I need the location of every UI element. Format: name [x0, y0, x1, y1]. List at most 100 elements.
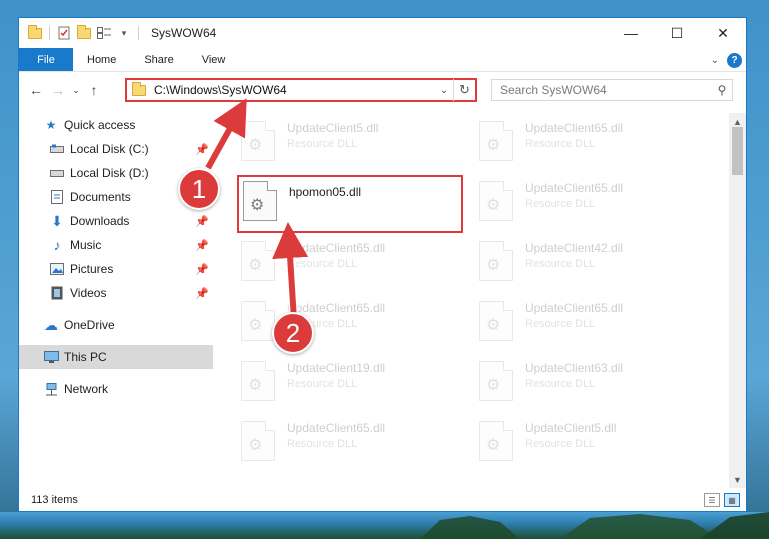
sidebar-item-network[interactable]: Network [19, 377, 213, 401]
arrow-left-icon[interactable]: ← [25, 79, 47, 101]
close-button[interactable]: ✕ [700, 18, 746, 48]
dll-file-icon: ⚙ [243, 181, 277, 221]
navigation-pane: ★ Quick access Local Disk (C:) 📌 Local D… [19, 113, 213, 488]
ribbon-tabs: File Home Share View ⌄ ? [19, 48, 746, 72]
sidebar-item-label: Local Disk (C:) [70, 142, 149, 156]
sidebar-item-downloads[interactable]: ⬇ Downloads 📌 [19, 209, 213, 233]
file-name: UpdateClient63.dll [525, 361, 624, 375]
file-item[interactable]: ⚙ UpdateClient65.dll Resource DLL [479, 297, 699, 353]
layout-icon[interactable] [96, 25, 112, 41]
pin-icon[interactable]: 📌 [195, 215, 209, 228]
star-icon: ★ [45, 118, 57, 132]
file-name: UpdateClient65.dll [525, 121, 624, 135]
file-item[interactable]: ⚙ UpdateClient5.dll Resource DLL [241, 117, 461, 173]
sidebar-item-local-disk-c[interactable]: Local Disk (C:) 📌 [19, 137, 213, 161]
sidebar-item-label: Network [64, 382, 109, 396]
search-box[interactable]: Search SysWOW64 ⚲ [491, 79, 733, 101]
file-name: UpdateClient19.dll [287, 361, 386, 375]
file-type: Resource DLL [287, 138, 358, 150]
arrow-right-icon[interactable]: → [47, 79, 69, 101]
dll-file-icon: ⚙ [479, 181, 513, 221]
dll-file-icon: ⚙ [479, 361, 513, 401]
file-name: UpdateClient42.dll [525, 241, 624, 255]
file-item[interactable]: ⚙ UpdateClient42.dll Resource DLL [479, 237, 699, 293]
sidebar-item-label: Documents [70, 190, 131, 204]
chevron-down-icon[interactable]: ⌄ [69, 79, 83, 101]
sidebar-item-this-pc[interactable]: This PC [19, 345, 213, 369]
scroll-thumb[interactable] [732, 127, 743, 175]
pin-icon[interactable]: 📌 [195, 263, 209, 276]
dll-file-icon: ⚙ [241, 121, 275, 161]
minimize-button[interactable]: — [608, 18, 654, 48]
chevron-down-icon[interactable]: ⌄ [435, 85, 453, 96]
search-icon[interactable]: ⚲ [712, 83, 732, 97]
file-item-hpomon05[interactable]: ⚙ hpomon05.dll [237, 175, 463, 233]
file-item[interactable]: ⚙ UpdateClient19.dll Resource DLL [241, 357, 461, 413]
file-item[interactable]: ⚙ UpdateClient65.dll Resource DLL [241, 237, 461, 293]
sidebar-item-label: This PC [64, 350, 107, 364]
sidebar-item-label: Music [70, 238, 102, 252]
sidebar-item-quick-access[interactable]: ★ Quick access [19, 113, 213, 137]
file-type: Resource DLL [525, 138, 596, 150]
title-bar: ▾ SysWOW64 — ☐ ✕ [19, 18, 746, 48]
refresh-icon[interactable]: ↻ [453, 79, 475, 101]
tab-file[interactable]: File [19, 48, 73, 71]
tab-view[interactable]: View [188, 48, 240, 71]
new-folder-icon[interactable] [76, 24, 92, 41]
file-item[interactable]: ⚙ UpdateClient65.dll Resource DLL [479, 177, 699, 233]
pictures-icon [49, 261, 65, 277]
sidebar-item-videos[interactable]: Videos 📌 [19, 281, 213, 305]
dll-file-icon: ⚙ [241, 301, 275, 341]
file-type: Resource DLL [525, 258, 596, 270]
window-title: SysWOW64 [151, 26, 217, 40]
file-name: UpdateClient65.dll [525, 181, 624, 195]
sidebar-item-label: OneDrive [64, 318, 115, 332]
sidebar-item-label: Videos [70, 286, 107, 300]
file-type: Resource DLL [525, 198, 596, 210]
file-list: ⚙ UpdateClient5.dll Resource DLL ⚙ hpomon… [225, 113, 729, 488]
customize-dropdown-icon[interactable]: ▾ [116, 25, 132, 41]
explorer-window: ▾ SysWOW64 — ☐ ✕ File Home Share View ⌄ … [18, 17, 747, 512]
file-item[interactable]: ⚙ UpdateClient63.dll Resource DLL [479, 357, 699, 413]
status-bar: 113 items ☰ ▦ [19, 489, 746, 511]
network-icon [43, 381, 59, 397]
divider [138, 26, 139, 40]
tab-home[interactable]: Home [73, 48, 130, 71]
dll-file-icon: ⚙ [479, 301, 513, 341]
help-icon[interactable]: ? [727, 52, 742, 68]
maximize-button[interactable]: ☐ [654, 18, 700, 48]
view-toggle: ☰ ▦ [704, 493, 740, 507]
details-view-icon[interactable]: ☰ [704, 493, 720, 507]
file-item[interactable]: ⚙ UpdateClient5.dll Resource DLL [479, 417, 699, 473]
file-item[interactable]: ⚙ UpdateClient65.dll Resource DLL [241, 417, 461, 473]
sidebar-item-label: Quick access [64, 118, 136, 132]
sidebar-item-music[interactable]: ♪ Music 📌 [19, 233, 213, 257]
sidebar-item-pictures[interactable]: Pictures 📌 [19, 257, 213, 281]
file-name: UpdateClient65.dll [525, 301, 624, 315]
pin-icon[interactable]: 📌 [195, 239, 209, 252]
dll-file-icon: ⚙ [479, 121, 513, 161]
item-count: 113 items [31, 494, 78, 506]
vertical-scrollbar[interactable]: ▲ ▼ [729, 113, 746, 488]
pin-icon[interactable]: 📌 [195, 143, 209, 156]
chevron-down-icon[interactable]: ⌄ [711, 55, 719, 66]
divider [49, 26, 50, 40]
videos-icon [49, 285, 65, 301]
tiles-view-icon[interactable]: ▦ [724, 493, 740, 507]
music-icon: ♪ [53, 237, 61, 253]
tab-share[interactable]: Share [130, 48, 187, 71]
step-1-badge: 1 [178, 168, 220, 210]
properties-icon[interactable] [56, 25, 72, 41]
address-bar[interactable]: C:\Windows\SysWOW64 ⌄ ↻ [125, 78, 477, 102]
search-input[interactable]: Search SysWOW64 [500, 83, 712, 97]
file-name: UpdateClient65.dll [287, 241, 386, 255]
scroll-down-icon[interactable]: ▼ [729, 471, 746, 488]
file-item[interactable]: ⚙ UpdateClient65.dll Resource DLL [479, 117, 699, 173]
sidebar-item-onedrive[interactable]: ☁ OneDrive [19, 313, 213, 337]
pin-icon[interactable]: 📌 [195, 287, 209, 300]
address-path[interactable]: C:\Windows\SysWOW64 [154, 83, 435, 97]
step-2-badge: 2 [272, 312, 314, 354]
arrow-up-icon[interactable]: ↑ [83, 79, 105, 101]
file-type: Resource DLL [525, 438, 596, 450]
